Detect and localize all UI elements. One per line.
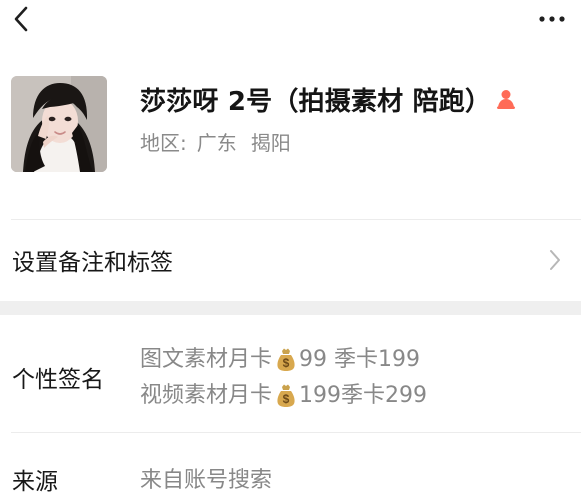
more-button[interactable] bbox=[523, 0, 581, 38]
svg-text:$: $ bbox=[283, 392, 290, 406]
money-bag-icon: $ bbox=[277, 384, 295, 407]
avatar-photo bbox=[11, 76, 107, 172]
signature-line-1: 图文素材月卡 $ 99 季卡199 bbox=[140, 342, 427, 378]
source-row: 来源 来自账号搜索 bbox=[0, 432, 581, 492]
money-bag-icon: $ bbox=[277, 348, 295, 371]
signature-line-2: 视频素材月卡 $ 199季卡299 bbox=[140, 378, 427, 414]
section-separator bbox=[0, 301, 581, 315]
region-city: 揭阳 bbox=[250, 130, 291, 155]
signature-title: 个性签名 bbox=[12, 367, 104, 393]
person-icon bbox=[497, 90, 516, 109]
region-province: 广东 bbox=[196, 130, 237, 155]
source-value: 来自账号搜索 bbox=[140, 468, 273, 492]
svg-text:$: $ bbox=[283, 356, 290, 370]
top-bar bbox=[0, 0, 581, 38]
region-label: 地区: bbox=[140, 130, 187, 155]
source-title: 来源 bbox=[12, 469, 58, 492]
signature-line-1-suffix: 99 季卡199 bbox=[299, 347, 420, 372]
profile-header: 莎莎呀 2号（拍摄素材 陪跑） 地区: 广东 揭阳 bbox=[0, 72, 581, 172]
set-remark-and-tags-row[interactable]: 设置备注和标签 bbox=[0, 219, 581, 301]
signature-line-2-suffix: 199季卡299 bbox=[299, 383, 427, 408]
nickname-row: 莎莎呀 2号（拍摄素材 陪跑） bbox=[140, 81, 517, 117]
signature-row: 个性签名 图文素材月卡 $ 99 季卡199 视频素材月卡 $ 199季卡299 bbox=[0, 315, 581, 432]
signature-text: 图文素材月卡 $ 99 季卡199 视频素材月卡 $ 199季卡299 bbox=[140, 342, 427, 414]
back-button[interactable] bbox=[0, 0, 42, 38]
avatar[interactable] bbox=[11, 76, 107, 172]
signature-line-2-prefix: 视频素材月卡 bbox=[140, 383, 273, 408]
chevron-left-icon bbox=[14, 6, 28, 32]
set-remark-and-tags-label: 设置备注和标签 bbox=[12, 250, 173, 276]
chevron-right-icon bbox=[550, 250, 560, 270]
more-icon bbox=[539, 16, 565, 22]
signature-line-1-prefix: 图文素材月卡 bbox=[140, 347, 273, 372]
contact-profile-page: 莎莎呀 2号（拍摄素材 陪跑） 地区: 广东 揭阳 设置备注和标签 个性签名 图… bbox=[0, 0, 581, 492]
nickname: 莎莎呀 2号（拍摄素材 陪跑） bbox=[140, 86, 492, 117]
region-info: 地区: 广东 揭阳 bbox=[140, 126, 291, 156]
